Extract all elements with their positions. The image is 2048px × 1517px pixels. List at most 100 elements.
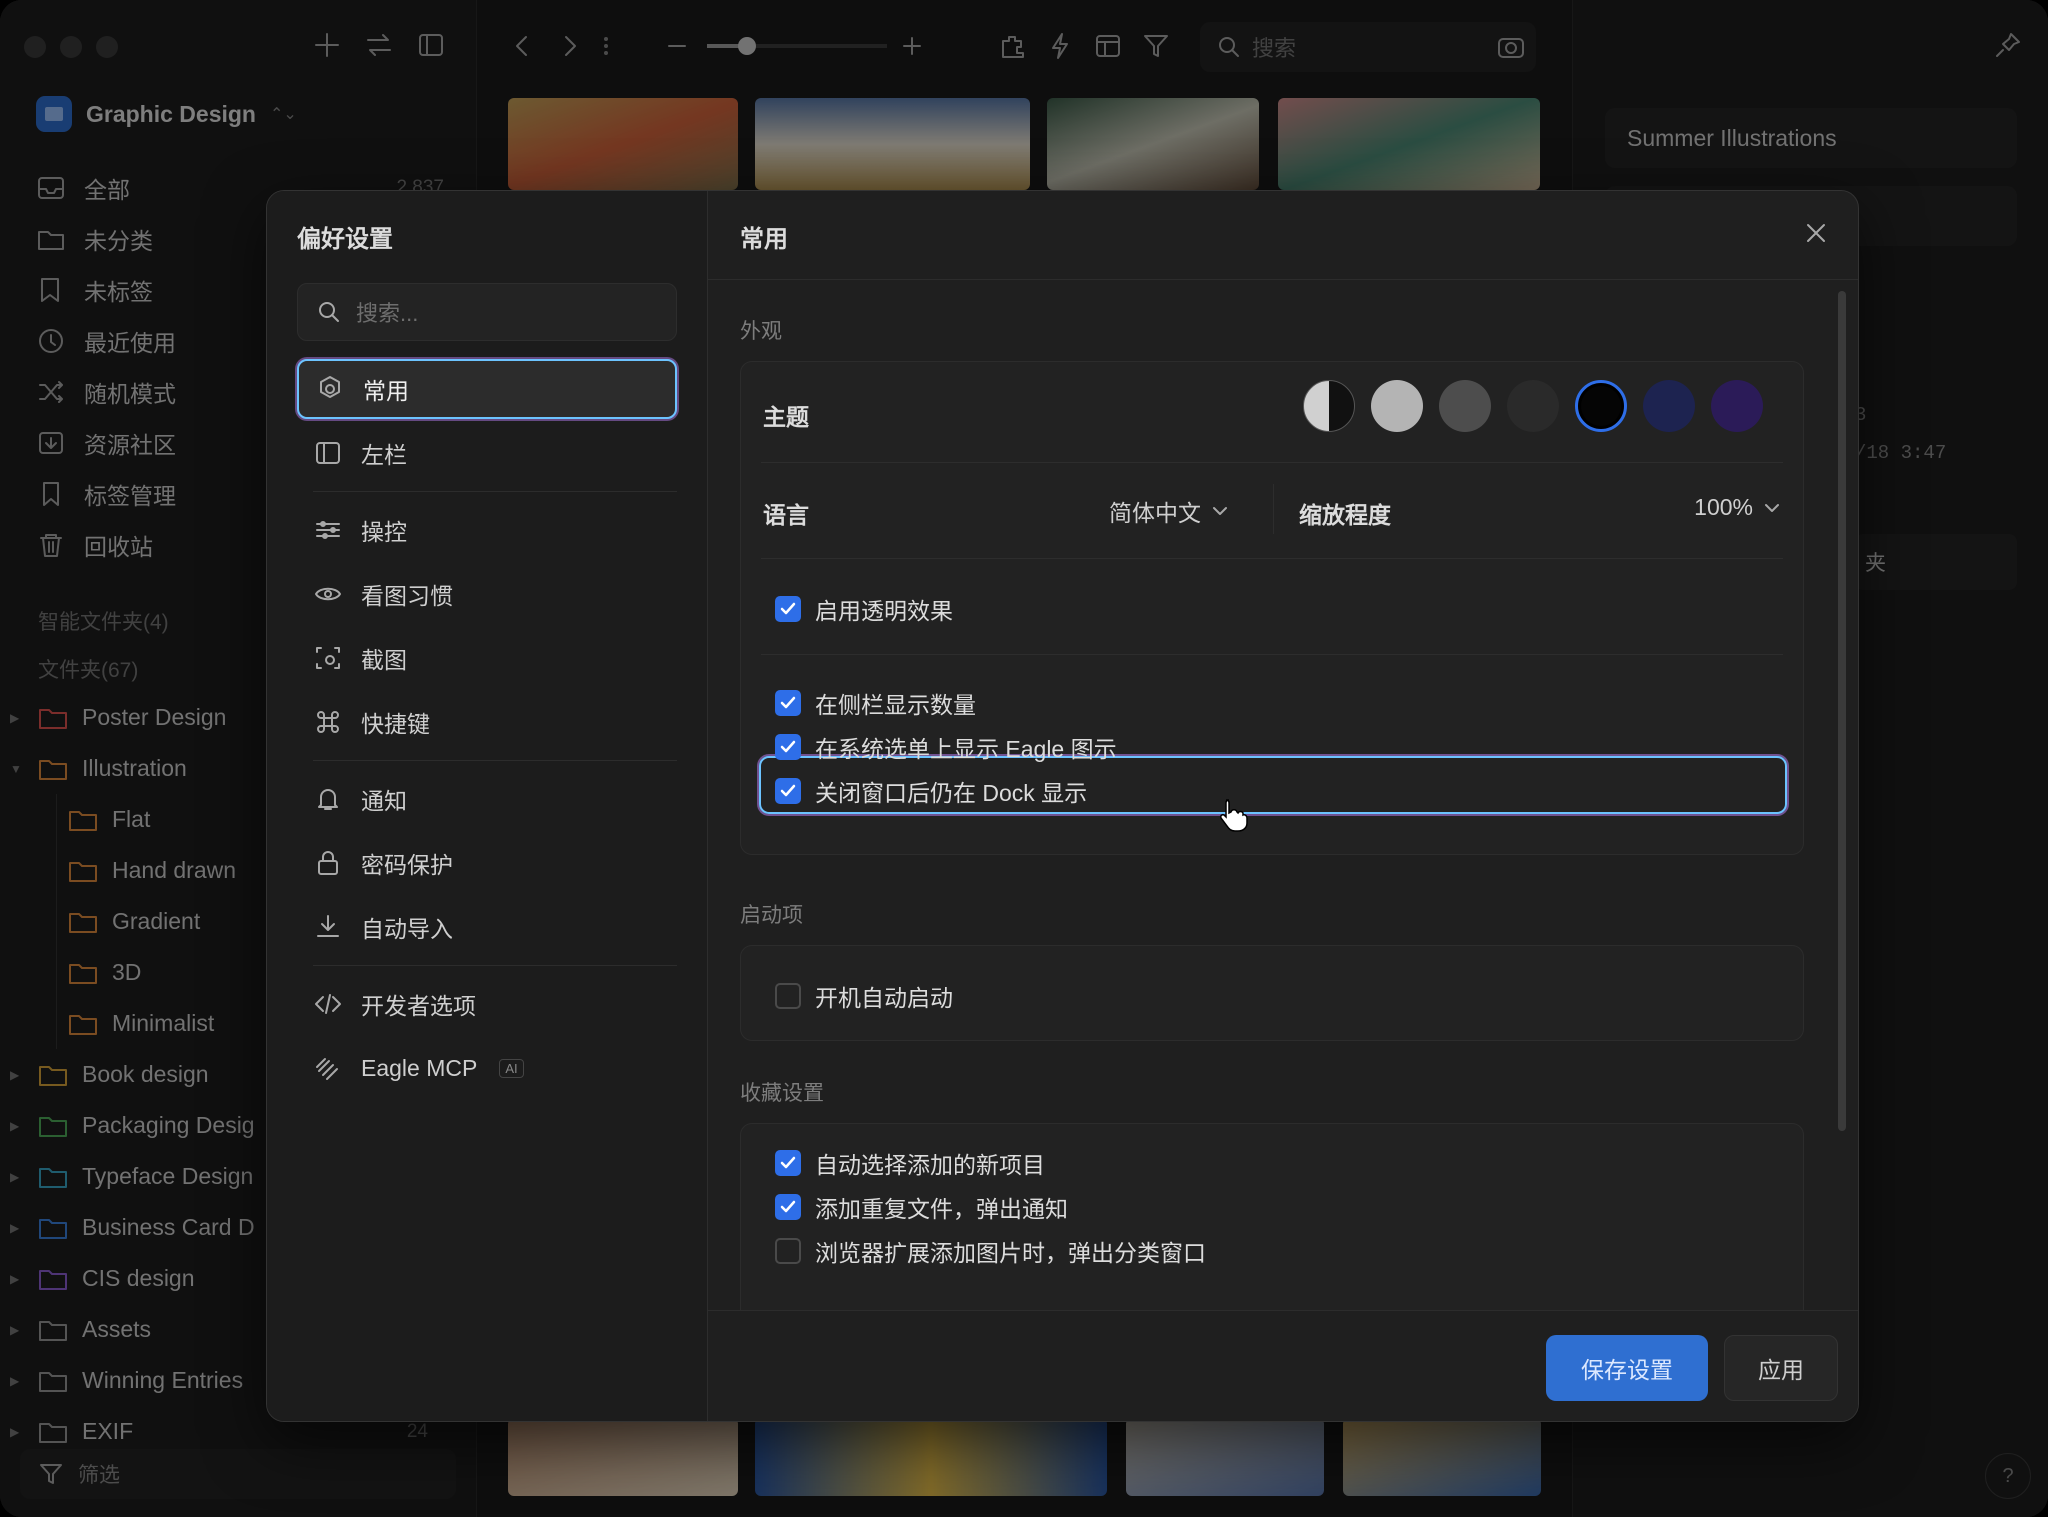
preferences-dialog: 偏好设置 搜索... 常用左栏操控看图习惯截图快捷键通知密码保护自动导入开发者选…	[266, 190, 1859, 1422]
pref-nav-label: 快捷键	[361, 711, 430, 737]
bell-icon	[318, 789, 338, 810]
theme-label: 主题	[763, 404, 809, 430]
save-button[interactable]: 保存设置	[1546, 1335, 1708, 1401]
appearance-checkbox[interactable]: 在系统选单上显示 Eagle 图示	[775, 730, 1117, 764]
preferences-search[interactable]: 搜索...	[297, 283, 677, 341]
pref-nav-command[interactable]: 快捷键	[297, 690, 677, 754]
pref-nav-sliders[interactable]: 操控	[297, 498, 677, 562]
preferences-menu: 常用左栏操控看图习惯截图快捷键通知密码保护自动导入开发者选项 Eagle MCP A…	[297, 357, 677, 1100]
eye-icon	[315, 587, 341, 601]
checkmark-icon	[780, 740, 796, 753]
checkmark-icon	[780, 696, 796, 709]
checkbox-label: 开机自动启动	[815, 985, 953, 1011]
collect-checkbox[interactable]: 添加重复文件，弹出通知	[775, 1190, 1068, 1224]
pref-nav-sidebar[interactable]: 左栏	[297, 421, 677, 485]
checkbox-label: 在系统选单上显示 Eagle 图示	[815, 736, 1117, 762]
theme-swatch[interactable]	[1711, 380, 1763, 432]
zoom-label: 缩放程度	[1299, 502, 1391, 528]
sliders-icon	[316, 521, 340, 539]
dialog-footer: 保存设置 应用	[708, 1310, 1858, 1421]
language-value: 简体中文	[1109, 500, 1201, 526]
code-icon	[315, 994, 341, 1014]
checkbox[interactable]	[775, 1238, 801, 1264]
language-label: 语言	[763, 502, 809, 528]
zoom-select[interactable]: 100%	[1694, 494, 1781, 521]
mcp-icon	[316, 1058, 338, 1080]
scrollbar[interactable]	[1838, 291, 1846, 1131]
pref-nav-label: 通知	[361, 788, 407, 814]
auto-launch-checkbox[interactable]: 开机自动启动	[775, 979, 953, 1013]
download-icon	[317, 915, 339, 937]
theme-swatches	[1303, 380, 1763, 432]
app-window: Graphic Design ⌃⌄ 全部 2,837 未分类 未标签 最近使用	[0, 0, 2048, 1517]
checkbox[interactable]	[775, 778, 801, 804]
checkbox-label: 在侧栏显示数量	[815, 692, 976, 718]
pref-nav-label: 常用	[363, 378, 409, 404]
checkbox[interactable]	[775, 734, 801, 760]
pref-nav-label: 开发者选项	[361, 993, 476, 1019]
checkbox[interactable]	[775, 983, 801, 1009]
pref-nav-label: 操控	[361, 519, 407, 545]
language-select[interactable]: 简体中文	[1109, 494, 1229, 528]
checkbox[interactable]	[775, 1194, 801, 1220]
pref-nav-label: 看图习惯	[361, 583, 453, 609]
appearance-card: 主题 语言 简体中文 缩放程度 100% 启用透明效果 在侧栏显示数量在系统选单上…	[740, 361, 1804, 855]
collect-checkbox[interactable]: 自动选择添加的新项目	[775, 1146, 1045, 1180]
theme-swatch[interactable]	[1575, 380, 1627, 432]
pref-nav-label: 截图	[361, 647, 407, 673]
chevron-down-icon	[1765, 503, 1779, 512]
preferences-nav: 偏好设置 搜索... 常用左栏操控看图习惯截图快捷键通知密码保护自动导入开发者选…	[267, 191, 708, 1421]
ai-badge: AI	[499, 1058, 524, 1078]
appearance-checkbox[interactable]: 在侧栏显示数量	[775, 686, 976, 720]
apply-button[interactable]: 应用	[1724, 1335, 1838, 1401]
panel-header: 常用	[708, 191, 1858, 280]
appearance-label: 外观	[740, 320, 782, 343]
checkbox[interactable]	[775, 596, 801, 622]
sidebar-icon	[316, 442, 340, 464]
command-icon	[317, 711, 339, 733]
theme-swatch[interactable]	[1371, 380, 1423, 432]
search-placeholder: 搜索...	[356, 301, 419, 326]
pref-nav-label: 自动导入	[361, 916, 453, 942]
panel-title: 常用	[740, 226, 788, 253]
pref-nav-eye[interactable]: 看图习惯	[297, 562, 677, 626]
checkbox-label: 关闭窗口后仍在 Dock 显示	[815, 780, 1088, 806]
search-icon	[319, 302, 339, 322]
collect-checkbox[interactable]: 浏览器扩展添加图片时，弹出分类窗口	[775, 1234, 1206, 1268]
checkbox-label: 启用透明效果	[815, 598, 953, 624]
close-icon[interactable]	[1802, 219, 1830, 247]
startup-label: 启动项	[740, 904, 803, 927]
pref-nav-gear[interactable]: 常用	[297, 359, 677, 419]
checkbox[interactable]	[775, 1150, 801, 1176]
startup-card: 开机自动启动	[740, 945, 1804, 1041]
pref-nav-bell[interactable]: 通知	[297, 767, 677, 831]
gear-icon	[320, 376, 340, 398]
appearance-checkbox[interactable]: 启用透明效果	[775, 592, 953, 626]
checkbox-label: 自动选择添加的新项目	[815, 1152, 1045, 1178]
zoom-value: 100%	[1694, 494, 1753, 520]
pref-nav-lock[interactable]: 密码保护	[297, 831, 677, 895]
pref-nav-label: 左栏	[361, 442, 407, 468]
checkbox-label: 添加重复文件，弹出通知	[815, 1196, 1068, 1222]
theme-swatch[interactable]	[1643, 380, 1695, 432]
checkmark-icon	[780, 602, 796, 615]
theme-swatch[interactable]	[1439, 380, 1491, 432]
checkmark-icon	[780, 1200, 796, 1213]
pref-nav-download[interactable]: 自动导入	[297, 895, 677, 959]
lock-icon	[318, 851, 338, 875]
chevron-down-icon	[1213, 507, 1227, 515]
pref-nav-mcp[interactable]: Eagle MCP AI	[297, 1036, 677, 1100]
appearance-checkbox[interactable]: 关闭窗口后仍在 Dock 显示	[775, 774, 1087, 808]
preferences-title: 偏好设置	[297, 226, 393, 253]
theme-swatch[interactable]	[1303, 380, 1355, 432]
collect-label: 收藏设置	[740, 1082, 824, 1105]
checkmark-icon	[780, 1156, 796, 1169]
pref-nav-label: Eagle MCP	[361, 1054, 478, 1081]
collect-card: 自动选择添加的新项目 添加重复文件，弹出通知浏览器扩展添加图片时，弹出分类窗口	[740, 1123, 1804, 1323]
checkbox[interactable]	[775, 690, 801, 716]
pref-nav-label: 密码保护	[361, 852, 453, 878]
theme-swatch[interactable]	[1507, 380, 1559, 432]
pref-nav-code[interactable]: 开发者选项	[297, 972, 677, 1036]
pref-nav-screenshot[interactable]: 截图	[297, 626, 677, 690]
preferences-content: 常用 外观 主题 语言 简体中文 缩放程度 100% 启用透明效果 在侧栏显示数…	[708, 191, 1858, 1421]
